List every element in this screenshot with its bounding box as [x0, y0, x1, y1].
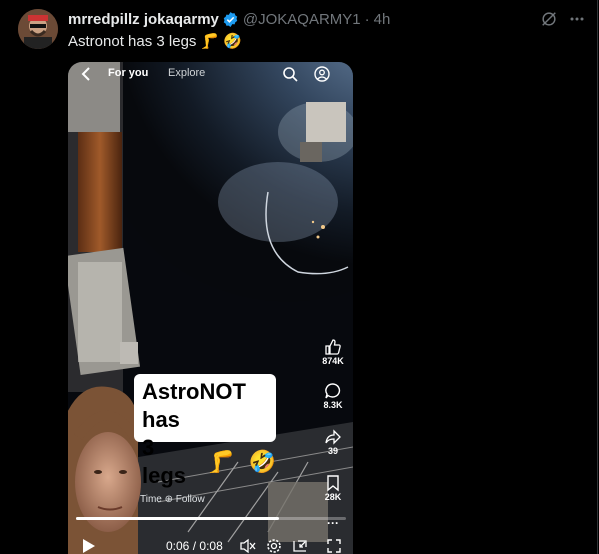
time-separator: /: [192, 539, 197, 553]
tweet-header: mrredpillz jokaqarmy @JOKAQARMY1 · 4h: [68, 10, 390, 28]
video-caption: AstroNOT has 3 legs 🦵 🤣: [134, 374, 276, 488]
caption-line-2: 3 legs 🦵 🤣: [142, 434, 276, 490]
caption-line-1: AstroNOT has: [142, 379, 246, 432]
profile-icon[interactable]: [314, 66, 330, 82]
comment-icon: [325, 383, 341, 399]
tweet-text: Astronot has 3 legs 🦵 🤣: [68, 32, 242, 51]
player-controls: 0:06 / 0:08: [68, 532, 353, 554]
play-icon[interactable]: [82, 538, 96, 554]
like-count: 874K: [322, 356, 344, 366]
grok-icon[interactable]: [540, 10, 558, 28]
timecode: 0:06 / 0:08: [166, 539, 223, 553]
leg-emoji: 🦵: [200, 33, 220, 50]
separator-dot: ·: [364, 10, 370, 28]
share-action[interactable]: 39: [320, 428, 346, 456]
search-icon[interactable]: [282, 66, 298, 82]
user-handle[interactable]: @JOKAQARMY1: [243, 11, 361, 28]
progress-fill: [76, 517, 279, 520]
share-icon: [325, 429, 341, 445]
thumbs-up-icon: [325, 339, 341, 355]
laughing-emoji: 🤣: [223, 33, 242, 50]
fullscreen-icon[interactable]: [326, 538, 342, 554]
tweet-time[interactable]: 4h: [374, 11, 391, 28]
avatar[interactable]: [18, 9, 58, 49]
video-player[interactable]: For you Explore AstroNOT has 3 legs 🦵 🤣 …: [68, 62, 353, 554]
display-name[interactable]: mrredpillz jokaqarmy: [68, 11, 219, 28]
verified-badge-icon: [223, 11, 238, 27]
comment-action[interactable]: 8.3K: [320, 382, 346, 410]
video-bottom-bar: Time ⊕ Follow: [140, 494, 205, 505]
save-action[interactable]: 28K: [320, 474, 346, 502]
share-count: 39: [327, 446, 338, 456]
tweet-text-content: Astronot has 3 legs: [68, 32, 197, 50]
caption-line-2-text: 3 legs: [142, 435, 187, 488]
tab-explore[interactable]: Explore: [168, 67, 205, 79]
caption-leg-emoji: 🦵: [207, 449, 235, 474]
save-count: 28K: [324, 492, 342, 502]
tab-for-you[interactable]: For you: [108, 67, 148, 79]
avatar-image: [18, 9, 58, 49]
settings-gear-icon[interactable]: [266, 538, 282, 554]
mute-icon[interactable]: [240, 538, 256, 554]
progress-bar[interactable]: [76, 517, 346, 520]
like-action[interactable]: 874K: [320, 338, 346, 366]
time-current: 0:06: [166, 539, 190, 553]
tiktok-top-bar: For you Explore: [68, 62, 353, 86]
picture-in-picture-icon[interactable]: [292, 538, 308, 554]
bookmark-icon: [327, 475, 339, 492]
caption-laughing-emoji: 🤣: [248, 449, 276, 474]
column-border: [597, 0, 598, 554]
time-total: 0:08: [199, 539, 223, 553]
comment-count: 8.3K: [323, 400, 343, 410]
more-options-icon[interactable]: [569, 10, 585, 28]
back-arrow-icon[interactable]: [80, 67, 92, 81]
